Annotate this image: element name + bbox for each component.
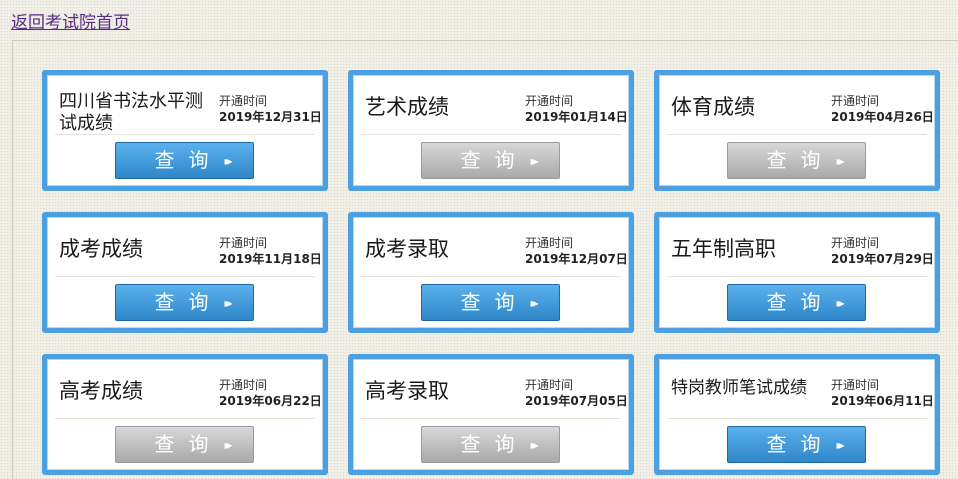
query-button[interactable]: 查询 ▸▸ xyxy=(727,284,866,321)
query-button[interactable]: 查询 ▸▸ xyxy=(115,284,254,321)
open-time-date: 2019年12月07日 xyxy=(525,252,628,266)
double-chevron-right-icon: ▸▸ xyxy=(224,438,232,452)
query-card: 高考成绩 开通时间 2019年06月22日查询 ▸▸ xyxy=(42,354,328,475)
card-divider xyxy=(55,418,315,419)
open-time-label: 开通时间 xyxy=(831,94,880,108)
double-chevron-right-icon: ▸▸ xyxy=(836,154,844,168)
double-chevron-right-icon: ▸▸ xyxy=(224,296,232,310)
double-chevron-right-icon: ▸▸ xyxy=(836,296,844,310)
double-chevron-right-icon: ▸▸ xyxy=(530,438,538,452)
open-time-label: 开通时间 xyxy=(525,236,574,250)
query-button-label: 查询 xyxy=(154,432,223,456)
double-chevron-right-icon: ▸▸ xyxy=(530,154,538,168)
query-button[interactable]: 查询 ▸▸ xyxy=(421,142,560,179)
open-time-date: 2019年01月14日 xyxy=(525,110,628,124)
card-divider xyxy=(667,276,927,277)
card-title: 高考成绩 xyxy=(59,379,143,403)
open-time-date: 2019年12月31日 xyxy=(219,110,322,124)
query-button-label: 查询 xyxy=(766,290,835,314)
query-button-label: 查询 xyxy=(154,148,223,172)
query-card: 四川省书法水平测试成绩 开通时间 2019年12月31日查询 ▸▸ xyxy=(42,70,328,191)
query-card: 成考成绩 开通时间 2019年11月18日查询 ▸▸ xyxy=(42,212,328,333)
query-button[interactable]: 查询 ▸▸ xyxy=(421,284,560,321)
query-button-label: 查询 xyxy=(766,148,835,172)
double-chevron-right-icon: ▸▸ xyxy=(836,438,844,452)
query-button[interactable]: 查询 ▸▸ xyxy=(115,142,254,179)
query-card: 高考录取 开通时间 2019年07月05日查询 ▸▸ xyxy=(348,354,634,475)
open-time-label: 开通时间 xyxy=(525,378,574,392)
card-title: 高考录取 xyxy=(365,379,449,403)
double-chevron-right-icon: ▸▸ xyxy=(530,296,538,310)
open-time-date: 2019年04月26日 xyxy=(831,110,934,124)
card-divider xyxy=(667,418,927,419)
query-button-label: 查询 xyxy=(460,432,529,456)
open-time-label: 开通时间 xyxy=(219,378,268,392)
query-button-label: 查询 xyxy=(766,432,835,456)
open-time-date: 2019年11月18日 xyxy=(219,252,322,266)
query-card: 成考录取 开通时间 2019年12月07日查询 ▸▸ xyxy=(348,212,634,333)
open-time-date: 2019年06月11日 xyxy=(831,394,934,408)
card-divider xyxy=(361,276,621,277)
card-title: 特岗教师笔试成绩 xyxy=(671,378,807,398)
query-button-label: 查询 xyxy=(154,290,223,314)
query-button[interactable]: 查询 ▸▸ xyxy=(727,426,866,463)
double-chevron-right-icon: ▸▸ xyxy=(224,154,232,168)
card-title: 体育成绩 xyxy=(671,95,755,119)
card-title: 艺术成绩 xyxy=(365,95,449,119)
query-card: 艺术成绩 开通时间 2019年01月14日查询 ▸▸ xyxy=(348,70,634,191)
query-button-label: 查询 xyxy=(460,290,529,314)
query-card: 体育成绩 开通时间 2019年04月26日查询 ▸▸ xyxy=(654,70,940,191)
open-time-date: 2019年07月29日 xyxy=(831,252,934,266)
card-divider xyxy=(361,134,621,135)
card-title: 五年制高职 xyxy=(671,237,776,261)
open-time-date: 2019年07月05日 xyxy=(525,394,628,408)
open-time-label: 开通时间 xyxy=(831,378,880,392)
back-to-home-link[interactable]: 返回考试院首页 xyxy=(11,12,130,34)
open-time-date: 2019年06月22日 xyxy=(219,394,322,408)
query-card: 特岗教师笔试成绩 开通时间 2019年06月11日查询 ▸▸ xyxy=(654,354,940,475)
card-title: 成考录取 xyxy=(365,237,449,261)
card-divider xyxy=(667,134,927,135)
query-button-label: 查询 xyxy=(460,148,529,172)
query-button[interactable]: 查询 ▸▸ xyxy=(115,426,254,463)
card-divider xyxy=(361,418,621,419)
query-button[interactable]: 查询 ▸▸ xyxy=(727,142,866,179)
open-time-label: 开通时间 xyxy=(219,94,268,108)
open-time-label: 开通时间 xyxy=(525,94,574,108)
card-divider xyxy=(55,134,315,135)
query-button[interactable]: 查询 ▸▸ xyxy=(421,426,560,463)
query-card: 五年制高职 开通时间 2019年07月29日查询 ▸▸ xyxy=(654,212,940,333)
card-title: 四川省书法水平测试成绩 xyxy=(59,91,203,134)
card-divider xyxy=(55,276,315,277)
open-time-label: 开通时间 xyxy=(831,236,880,250)
card-title: 成考成绩 xyxy=(59,237,143,261)
open-time-label: 开通时间 xyxy=(219,236,268,250)
